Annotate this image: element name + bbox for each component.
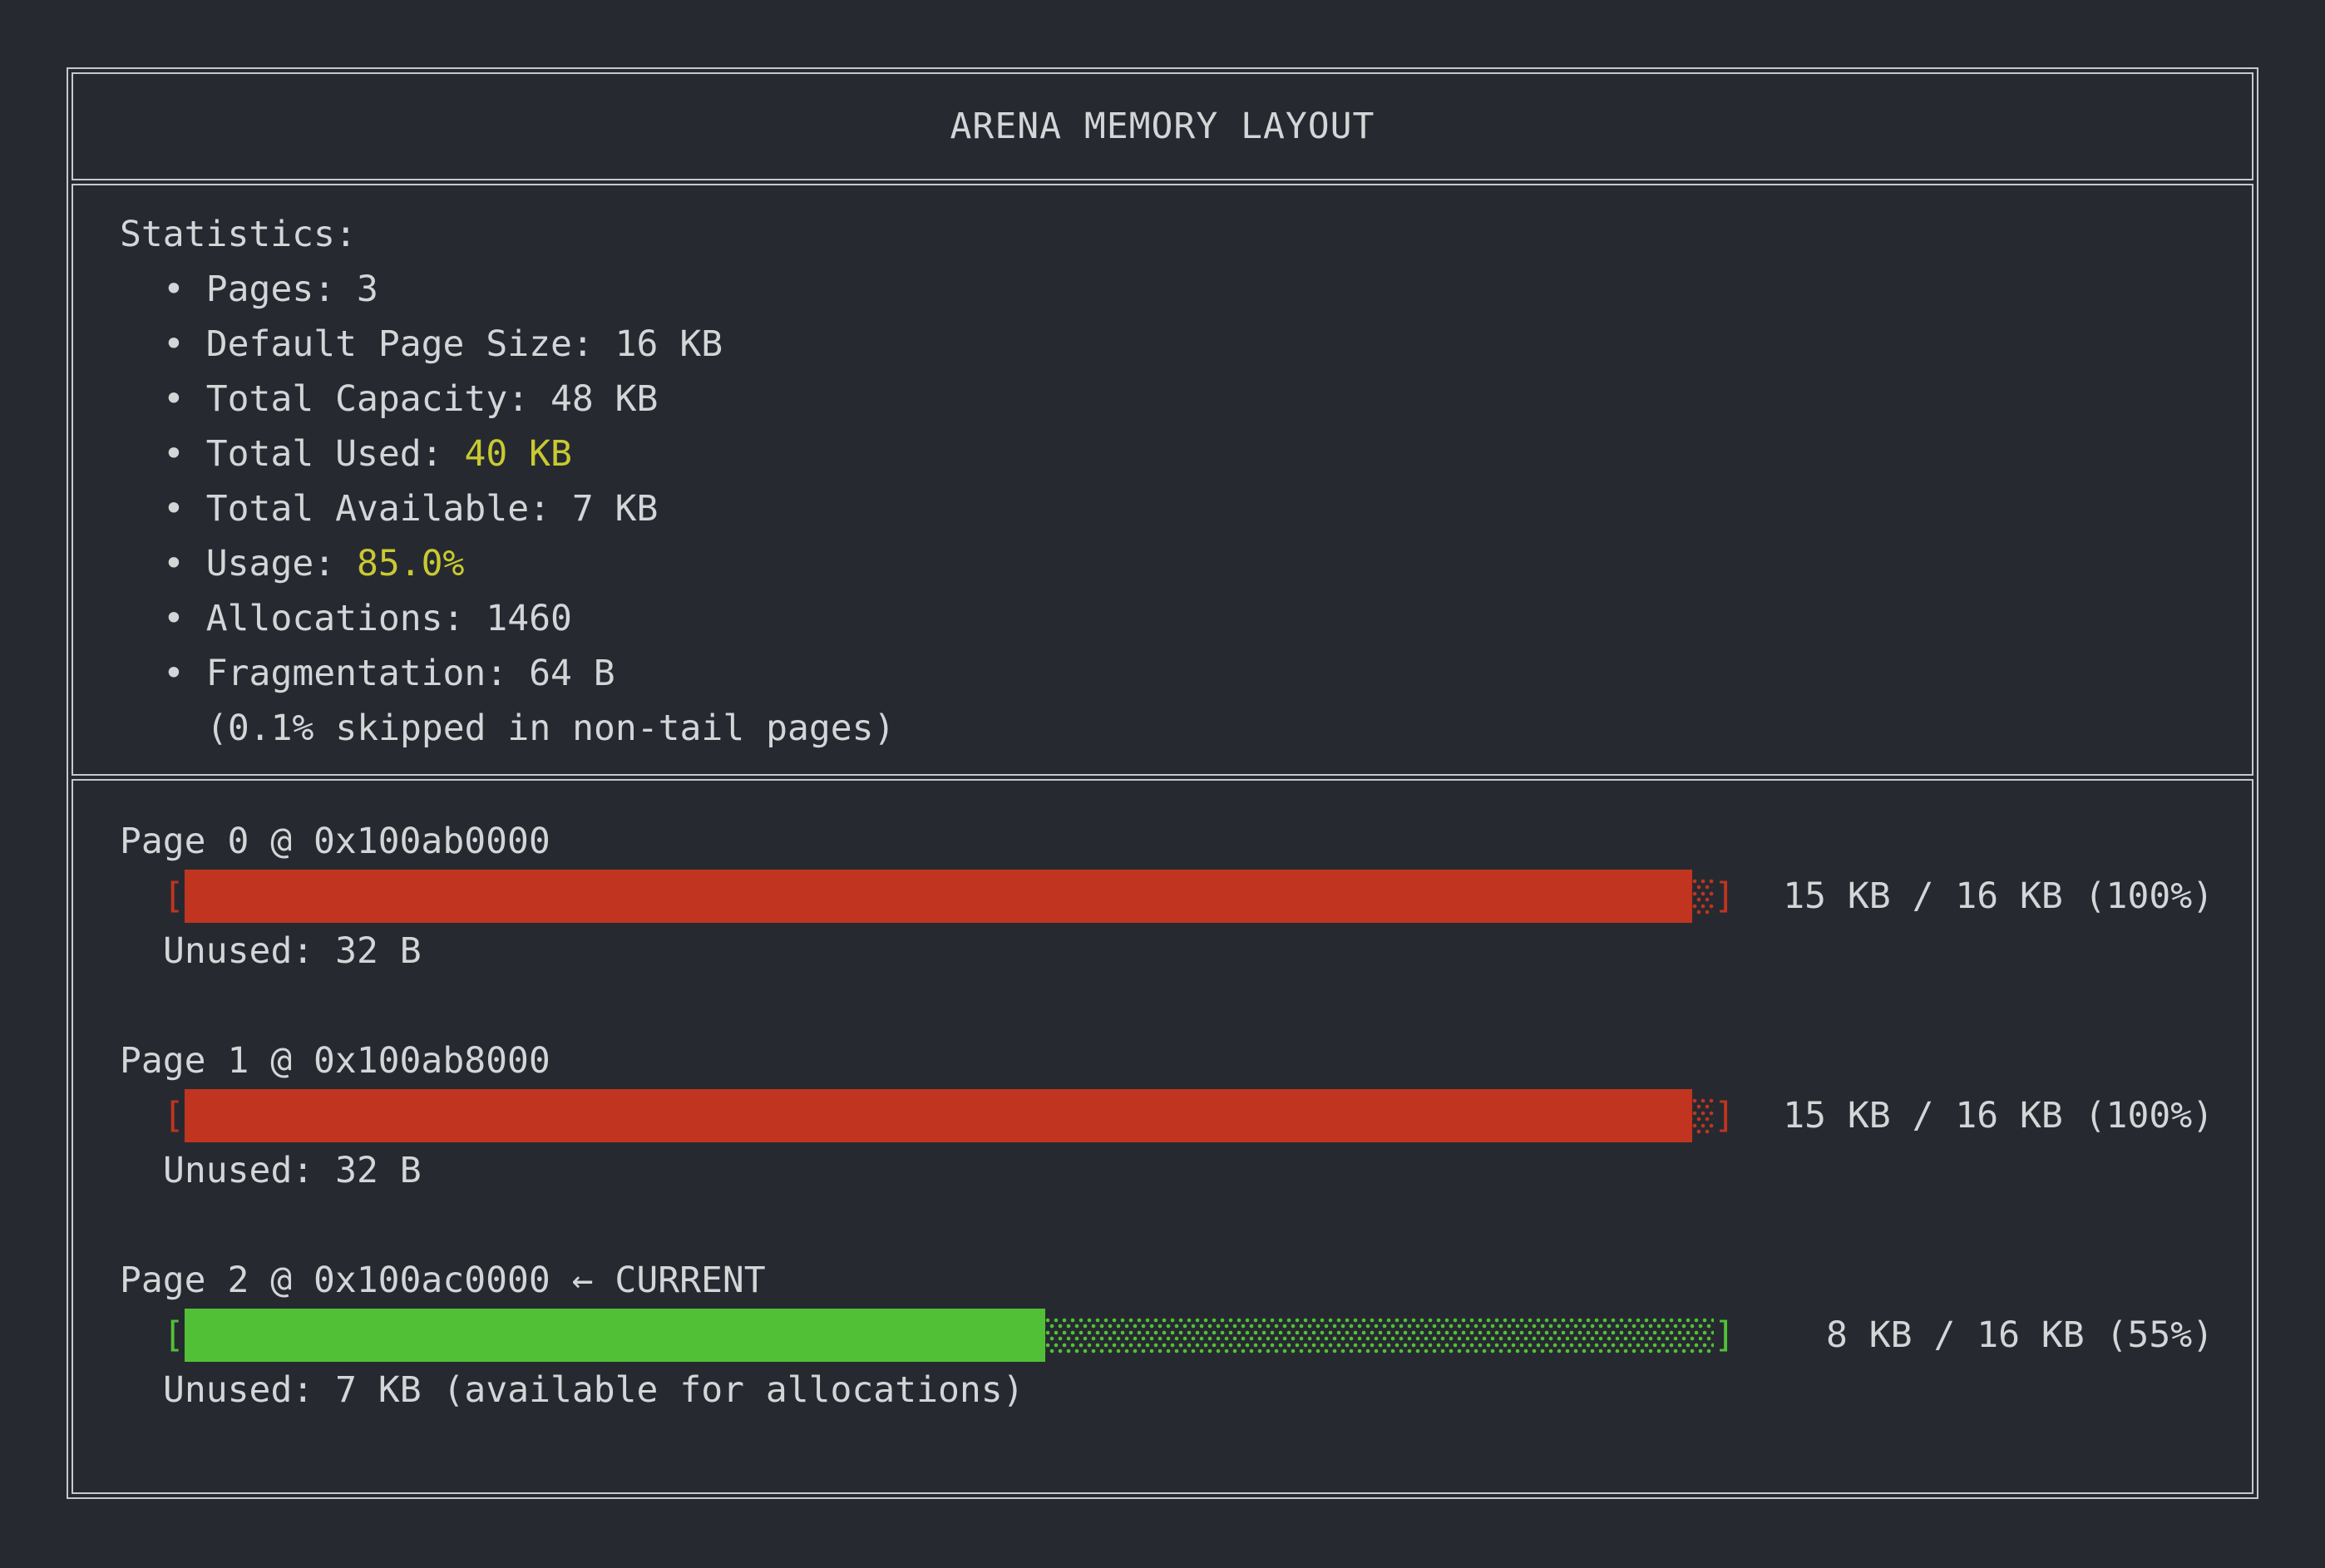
page-section-0: Page 0 @ 0x100ab0000 [] 15 KB / 16 KB (1… [120, 814, 2214, 979]
memory-bar-row: [] 15 KB / 16 KB (100%) [120, 869, 2214, 924]
stat-line-total-available: • Total Available: 7 KB [120, 481, 2214, 536]
page-section-1: Page 1 @ 0x100ab8000 [] 15 KB / 16 KB (1… [120, 1033, 2214, 1198]
page-unused-label: Unused: 32 B [120, 1143, 2214, 1198]
stat-label: • Total Capacity: 48 KB [163, 378, 658, 420]
bar-usage-label: 15 KB / 16 KB (100%) [1783, 1095, 2214, 1137]
stat-line-pages: • Pages: 3 [120, 262, 2214, 317]
stat-line-total-capacity: • Total Capacity: 48 KB [120, 372, 2214, 427]
bar-open-bracket: [ [163, 1095, 185, 1137]
terminal-screen: { "title": "ARENA MEMORY LAYOUT", "ui": … [0, 0, 2325, 1568]
memory-bar [185, 1089, 1714, 1142]
bar-open-bracket: [ [163, 1314, 185, 1356]
stat-label: • Default Page Size: 16 KB [163, 323, 723, 365]
bar-free-segment [1692, 1097, 1714, 1135]
memory-bar [185, 870, 1714, 923]
page-title: ARENA MEMORY LAYOUT [950, 106, 1375, 147]
stat-line-default-page-size: • Default Page Size: 16 KB [120, 317, 2214, 372]
memory-bar-row: [] 15 KB / 16 KB (100%) [120, 1088, 2214, 1143]
stat-label: • Total Used: [163, 433, 464, 475]
stat-line-fragmentation: • Fragmentation: 64 B [120, 646, 2214, 701]
bar-close-bracket: ] [1714, 1314, 1735, 1356]
bar-used-segment [185, 870, 1692, 923]
bar-close-bracket: ] [1714, 1095, 1735, 1137]
bar-open-bracket: [ [163, 875, 185, 917]
stat-label: • Pages: 3 [163, 269, 378, 310]
pages-panel: Page 0 @ 0x100ab0000 [] 15 KB / 16 KB (1… [72, 779, 2253, 1494]
stat-line-total-used: • Total Used: 40 KB [120, 427, 2214, 481]
stat-label: • Usage: [163, 543, 357, 584]
stat-label: • Total Available: 7 KB [163, 488, 658, 530]
bar-used-segment [185, 1089, 1692, 1142]
memory-bar-row: [] 8 KB / 16 KB (55%) [120, 1308, 2214, 1363]
page-unused-label: Unused: 7 KB (available for allocations) [120, 1363, 2214, 1418]
bar-free-segment [1692, 877, 1714, 915]
stat-label: • Fragmentation: 64 B [163, 653, 615, 694]
page-unused-label: Unused: 32 B [120, 924, 2214, 979]
page-section-2: Page 2 @ 0x100ac0000 ← CURRENT [] 8 KB /… [120, 1253, 2214, 1418]
stat-value-highlight: 40 KB [464, 433, 571, 475]
fragmentation-note: (0.1% skipped in non-tail pages) [120, 701, 2214, 756]
page-header: Page 0 @ 0x100ab0000 [120, 814, 2214, 869]
page-header: Page 2 @ 0x100ac0000 ← CURRENT [120, 1253, 2214, 1308]
bar-free-segment [1045, 1316, 1714, 1354]
bar-usage-label: 8 KB / 16 KB (55%) [1826, 1314, 2214, 1356]
stat-line-usage: • Usage: 85.0% [120, 536, 2214, 591]
bar-used-segment [185, 1309, 1045, 1362]
page-header: Page 1 @ 0x100ab8000 [120, 1033, 2214, 1088]
arena-layout-frame: ARENA MEMORY LAYOUT Statistics: • Pages:… [67, 67, 2258, 1499]
memory-bar [185, 1309, 1714, 1362]
bar-close-bracket: ] [1714, 875, 1735, 917]
bar-usage-label: 15 KB / 16 KB (100%) [1783, 875, 2214, 917]
stat-label: • Allocations: 1460 [163, 598, 572, 639]
statistics-panel: Statistics: • Pages: 3 • Default Page Si… [72, 184, 2253, 776]
stat-value-highlight: 85.0% [357, 543, 464, 584]
statistics-heading: Statistics: [120, 207, 2214, 262]
title-panel: ARENA MEMORY LAYOUT [72, 72, 2253, 180]
stat-line-allocations: • Allocations: 1460 [120, 591, 2214, 646]
